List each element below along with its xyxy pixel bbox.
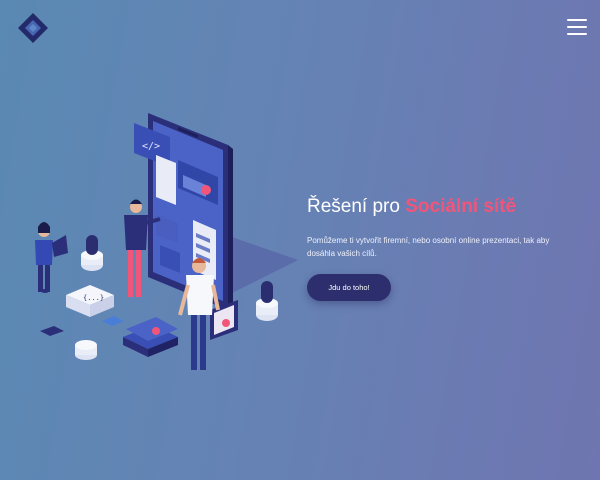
hamburger-line: [567, 19, 587, 21]
hero-illustration: </> {...}: [35, 113, 298, 370]
code-icon: </>: [142, 141, 160, 152]
hero-title-highlight: Sociální sítě: [405, 196, 517, 217]
hero-description: Pomůžeme ti vytvořit firemní, nebo osobn…: [307, 236, 550, 258]
hero-title-prefix: Řešení pro: [307, 196, 406, 217]
menu-button[interactable]: [567, 19, 587, 35]
diamond-logo-icon: [18, 13, 48, 43]
hamburger-line: [567, 26, 587, 28]
svg-text:{...}: {...}: [83, 294, 104, 302]
site-logo[interactable]: [17, 12, 49, 44]
hamburger-line: [567, 33, 587, 35]
hero-title: Řešení pro Sociální sítě: [307, 196, 587, 218]
cta-button[interactable]: Jdu do toho!: [307, 274, 391, 301]
